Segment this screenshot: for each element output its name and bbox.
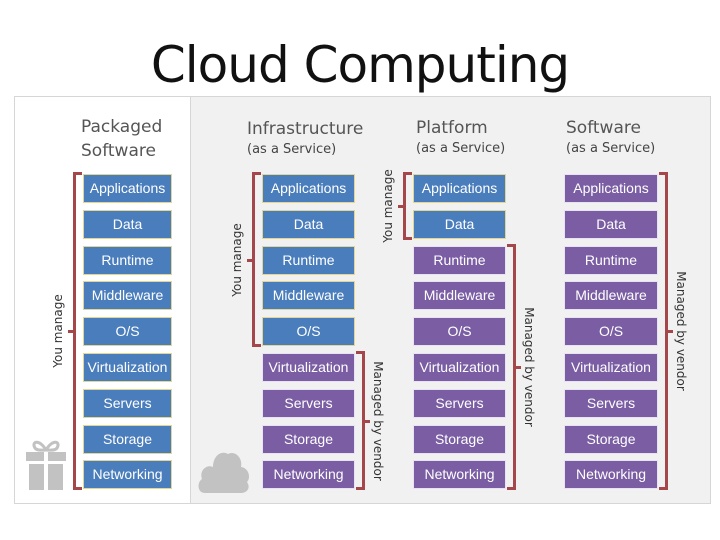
layer-box-packaged-applications: Applications bbox=[83, 174, 172, 203]
layer-box-saas-servers: Servers bbox=[564, 389, 658, 418]
layer-box-packaged-os: O/S bbox=[83, 317, 172, 346]
managed-by-vendor-label-saas: Managed by vendor bbox=[673, 271, 688, 391]
layer-box-paas-runtime: Runtime bbox=[413, 246, 506, 275]
layer-box-paas-middleware: Middleware bbox=[413, 281, 506, 310]
layer-box-packaged-virtualization: Virtualization bbox=[83, 353, 172, 382]
layer-box-saas-applications: Applications bbox=[564, 174, 658, 203]
vendor-bracket-tick bbox=[364, 419, 370, 423]
layer-box-packaged-storage: Storage bbox=[83, 425, 172, 454]
layer-box-packaged-networking: Networking bbox=[83, 460, 172, 489]
layer-box-paas-networking: Networking bbox=[413, 460, 506, 489]
page-title: Cloud Computing bbox=[150, 36, 570, 94]
layer-box-iaas-runtime: Runtime bbox=[262, 246, 355, 275]
layer-box-iaas-middleware: Middleware bbox=[262, 281, 355, 310]
you-manage-bracket-paas bbox=[403, 172, 412, 240]
layer-box-saas-storage: Storage bbox=[564, 425, 658, 454]
column-heading-packaged: Packaged bbox=[81, 117, 163, 137]
layer-box-iaas-virtualization: Virtualization bbox=[262, 353, 355, 382]
layer-box-paas-virtualization: Virtualization bbox=[413, 353, 506, 382]
layer-box-packaged-middleware: Middleware bbox=[83, 281, 172, 310]
you-manage-bracket-iaas bbox=[252, 172, 261, 347]
layer-box-saas-networking: Networking bbox=[564, 460, 658, 489]
layer-box-saas-os: O/S bbox=[564, 317, 658, 346]
cloud-icon bbox=[198, 452, 249, 493]
managed-by-vendor-label-iaas: Managed by vendor bbox=[370, 360, 385, 481]
layer-box-packaged-servers: Servers bbox=[83, 389, 172, 418]
layer-box-paas-data: Data bbox=[413, 210, 506, 239]
layer-box-packaged-runtime: Runtime bbox=[83, 246, 172, 275]
vendor-bracket-tick bbox=[515, 366, 521, 369]
you-manage-label-packaged: You manage bbox=[50, 294, 65, 368]
layer-box-iaas-applications: Applications bbox=[262, 174, 355, 203]
column-heading-iaas: Infrastructure bbox=[247, 119, 364, 139]
you-manage-label-paas: You manage bbox=[380, 169, 395, 243]
layer-box-paas-storage: Storage bbox=[413, 425, 506, 454]
you-manage-bracket-tick bbox=[68, 330, 74, 333]
layer-box-paas-servers: Servers bbox=[413, 389, 506, 418]
column-heading-paas: Platform bbox=[416, 118, 488, 138]
you-manage-bracket-packaged bbox=[73, 172, 82, 490]
managed-by-vendor-label-paas: Managed by vendor bbox=[521, 307, 536, 427]
layer-box-iaas-data: Data bbox=[262, 210, 355, 239]
layer-box-saas-middleware: Middleware bbox=[564, 281, 658, 310]
you-manage-label-iaas: You manage bbox=[229, 222, 244, 297]
layer-box-iaas-servers: Servers bbox=[262, 389, 355, 418]
layer-box-saas-virtualization: Virtualization bbox=[564, 353, 658, 382]
column-heading-saas: Software bbox=[566, 118, 641, 138]
column-subtitle-paas: (as a Service) bbox=[416, 141, 506, 156]
column-subtitle-iaas: (as a Service) bbox=[247, 142, 337, 157]
layer-box-iaas-storage: Storage bbox=[262, 425, 355, 454]
gift-icon bbox=[26, 440, 66, 490]
layer-box-iaas-os: O/S bbox=[262, 317, 355, 346]
layer-box-saas-runtime: Runtime bbox=[564, 246, 658, 275]
layer-box-paas-os: O/S bbox=[413, 317, 506, 346]
you-manage-bracket-tick bbox=[247, 258, 253, 262]
column-subtitle-saas: (as a Service) bbox=[566, 141, 656, 156]
layer-box-iaas-networking: Networking bbox=[262, 460, 355, 489]
layer-box-packaged-data: Data bbox=[83, 210, 172, 239]
layer-box-saas-data: Data bbox=[564, 210, 658, 239]
column-heading-line2-packaged: Software bbox=[81, 141, 156, 161]
you-manage-bracket-tick bbox=[398, 205, 404, 208]
layer-box-paas-applications: Applications bbox=[413, 174, 506, 203]
vendor-bracket-tick bbox=[667, 330, 673, 333]
